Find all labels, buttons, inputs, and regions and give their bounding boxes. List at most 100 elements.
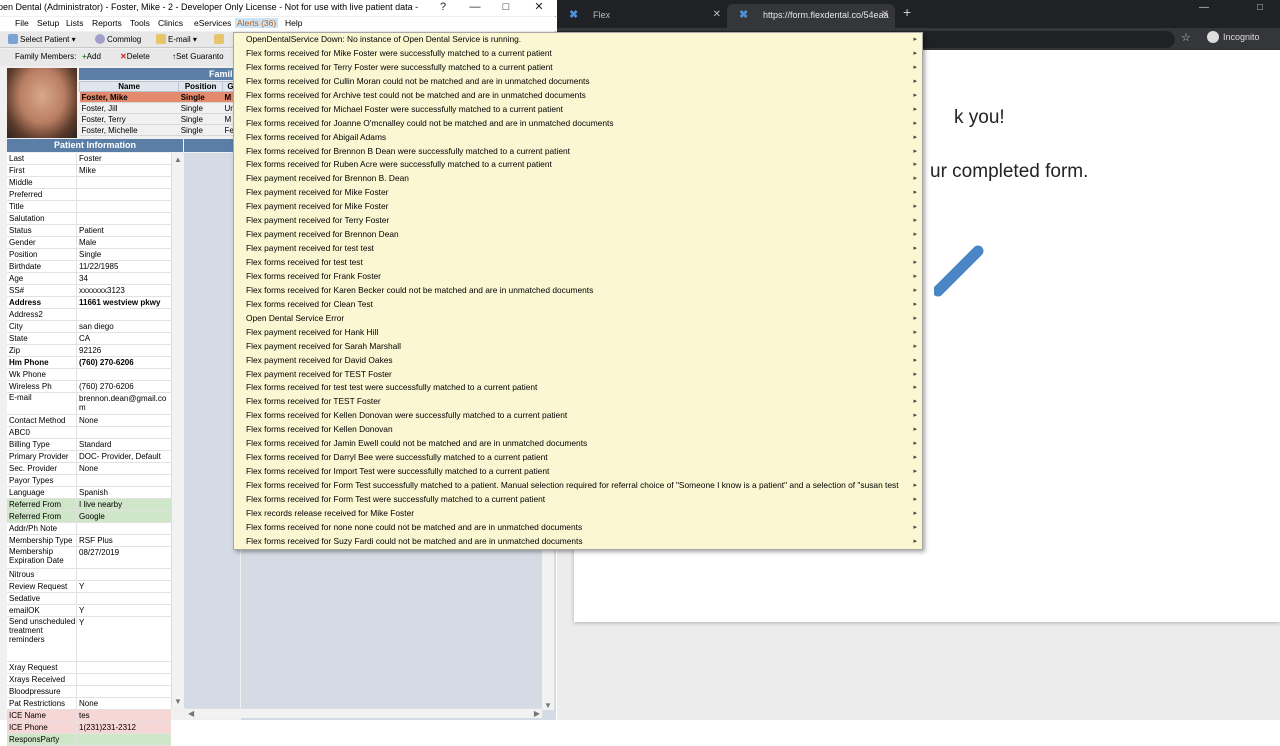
patient-photo[interactable] — [7, 68, 77, 138]
minimize-icon[interactable]: — — [1199, 2, 1209, 13]
new-tab-icon[interactable]: + — [903, 4, 911, 20]
alert-menu-item[interactable]: Flex forms received for Mike Foster were… — [234, 47, 922, 61]
alert-menu-item[interactable]: Flex forms received for Joanne O'mcnalle… — [234, 117, 922, 131]
patient-info-row[interactable]: Language Spanish — [7, 487, 171, 500]
alert-menu-item[interactable]: Flex forms received for Archive test cou… — [234, 89, 922, 103]
patient-info-row[interactable]: SS# xxxxxxx3123 — [7, 285, 171, 297]
scroll-right-icon[interactable]: ▶ — [534, 709, 540, 718]
tab-close-icon[interactable]: ✕ — [713, 4, 721, 26]
alert-menu-item[interactable]: Flex forms received for Clean Test ▸ — [234, 298, 922, 312]
main-horizontal-scrollbar[interactable]: ◀ ▶ — [186, 708, 542, 718]
alert-menu-item[interactable]: Open Dental Service Error ▸ — [234, 312, 922, 326]
menu-reports[interactable]: Reports — [92, 18, 122, 28]
patient-info-row[interactable]: Nitrous — [7, 569, 171, 582]
alert-menu-item[interactable]: Flex payment received for Sarah Marshall… — [234, 340, 922, 354]
alert-menu-item[interactable]: Flex forms received for Michael Foster w… — [234, 103, 922, 117]
scroll-left-icon[interactable]: ◀ — [188, 709, 194, 718]
email-button[interactable]: E-mail ▾ — [156, 34, 197, 46]
patient-info-row[interactable]: Xrays Received — [7, 673, 171, 686]
menu-help[interactable]: Help — [285, 18, 302, 28]
table-row[interactable]: Foster, Jill Single Ur — [79, 102, 239, 114]
patient-info-row[interactable]: First Mike — [7, 165, 171, 177]
patient-info-row[interactable]: Address2 — [7, 309, 171, 321]
scroll-down-icon[interactable]: ▼ — [174, 697, 182, 706]
tab-close-icon[interactable]: ✕ — [881, 4, 889, 26]
delete-family-button[interactable]: ✕Delete — [120, 51, 150, 63]
patient-info-row[interactable]: Membership Type RSF Plus — [7, 535, 171, 548]
patient-info-row[interactable]: Membership Expiration Date 08/27/2019 — [7, 547, 171, 570]
column-header[interactable]: Position — [178, 81, 224, 92]
patient-info-row[interactable]: Sec. Provider None — [7, 463, 171, 476]
table-row[interactable]: Foster, Mike Single M — [79, 91, 239, 103]
tab-form[interactable]: ✖ https://form.flexdental.co/54eaa ✕ — [727, 4, 895, 28]
alert-menu-item[interactable]: Flex payment received for Mike Foster ▸ — [234, 186, 922, 200]
menu-setup[interactable]: Setup — [37, 18, 59, 28]
patient-info-row[interactable]: Gender Male — [7, 237, 171, 249]
patient-info-row[interactable]: Hm Phone (760) 270-6206 — [7, 357, 171, 369]
alert-menu-item[interactable]: Flex records release received for Mike F… — [234, 507, 922, 521]
patient-info-row[interactable]: emailOK Y — [7, 605, 171, 618]
alert-menu-item[interactable]: Flex forms received for Kellen Donovan w… — [234, 409, 922, 423]
set-guarantor-button[interactable]: ↑Set Guaranto — [172, 51, 224, 63]
minimize-icon[interactable]: — — [460, 0, 490, 16]
menu-eservices[interactable]: eServices — [194, 18, 231, 28]
patient-info-row[interactable]: Zip 92126 — [7, 345, 171, 357]
alert-menu-item[interactable]: Flex payment received for test test ▸ — [234, 242, 922, 256]
table-row[interactable]: Foster, Terry Single M — [79, 113, 239, 125]
star-icon[interactable]: ☆ — [1181, 31, 1191, 44]
scroll-up-icon[interactable]: ▲ — [174, 155, 182, 164]
tab-flex[interactable]: ✖ Flex ✕ — [557, 4, 727, 28]
add-family-button[interactable]: +Add — [82, 51, 101, 63]
patient-info-row[interactable]: ICE Phone 1(231)231-2312 — [7, 721, 171, 734]
alert-menu-item[interactable]: Flex forms received for Form Test succes… — [234, 479, 922, 493]
patient-info-row[interactable]: Sedative — [7, 593, 171, 606]
alert-menu-item[interactable]: Flex forms received for test test were s… — [234, 381, 922, 395]
column-header[interactable]: Name — [78, 81, 180, 92]
patient-info-row[interactable]: Age 34 — [7, 273, 171, 285]
alert-menu-item[interactable]: OpenDentalService Down: No instance of O… — [234, 33, 922, 47]
maximize-icon[interactable]: □ — [1257, 2, 1263, 13]
main-vertical-scrollbar[interactable]: ▼ — [542, 550, 554, 710]
patient-info-row[interactable]: Salutation — [7, 213, 171, 225]
patient-info-row[interactable]: ABC0 — [7, 427, 171, 440]
patient-info-row[interactable]: Addr/Ph Note — [7, 523, 171, 536]
close-icon[interactable]: ✕ — [524, 0, 554, 16]
patient-info-row[interactable]: Pat Restrictions None — [7, 697, 171, 710]
patient-info-row[interactable]: Primary Provider DOC- Provider, Default — [7, 451, 171, 464]
alert-menu-item[interactable]: Flex forms received for Brennon B Dean w… — [234, 145, 922, 159]
patient-info-row[interactable]: Last Foster — [7, 153, 171, 165]
help-button[interactable]: ? — [428, 0, 458, 16]
alert-menu-item[interactable]: Flex forms received for none none could … — [234, 521, 922, 535]
alert-menu-item[interactable]: Flex forms received for Darryl Bee were … — [234, 451, 922, 465]
alert-menu-item[interactable]: Flex forms received for Import Test were… — [234, 465, 922, 479]
alert-menu-item[interactable]: Flex forms received for Jamin Ewell coul… — [234, 437, 922, 451]
patient-info-row[interactable]: ResponsParty — [7, 733, 171, 746]
alert-menu-item[interactable]: Flex payment received for Brennon B. Dea… — [234, 172, 922, 186]
patient-info-scrollbar[interactable]: ▲ ▼ — [171, 153, 183, 708]
menu-file[interactable]: File — [15, 18, 29, 28]
patient-info-row[interactable]: Preferred — [7, 189, 171, 201]
patient-info-row[interactable]: Payor Types — [7, 475, 171, 488]
menu-alerts[interactable]: Alerts (36) — [235, 18, 279, 28]
alert-menu-item[interactable]: Flex payment received for Hank Hill ▸ — [234, 326, 922, 340]
menu-tools[interactable]: Tools — [130, 18, 150, 28]
maximize-icon[interactable]: □ — [491, 0, 521, 16]
patient-info-row[interactable]: E-mail brennon.dean@gmail.com — [7, 393, 171, 416]
alert-menu-item[interactable]: Flex forms received for test test ▸ — [234, 256, 922, 270]
chevron-down-icon[interactable]: ▾ — [193, 35, 197, 44]
patient-info-row[interactable]: Referred From Google — [7, 511, 171, 524]
alert-menu-item[interactable]: Flex forms received for Karen Becker cou… — [234, 284, 922, 298]
patient-info-row[interactable]: Title — [7, 201, 171, 213]
menu-clinics[interactable]: Clinics — [158, 18, 183, 28]
alert-menu-item[interactable]: Flex payment received for David Oakes ▸ — [234, 354, 922, 368]
alert-menu-item[interactable]: Flex forms received for Suzy Fardi could… — [234, 535, 922, 549]
table-row[interactable]: Foster, Michelle Single Fe — [79, 124, 239, 136]
patient-info-row[interactable]: Review Request Y — [7, 581, 171, 594]
letter-button[interactable] — [214, 34, 226, 46]
patient-info-row[interactable]: Address 11661 westview pkwy — [7, 297, 171, 309]
patient-info-row[interactable]: Xray Request — [7, 661, 171, 674]
alert-menu-item[interactable]: Flex forms received for Form Test were s… — [234, 493, 922, 507]
patient-info-row[interactable]: Send unscheduled treatment reminders Y — [7, 617, 171, 662]
commlog-button[interactable]: Commlog — [95, 34, 141, 46]
alert-menu-item[interactable]: Flex forms received for Cullin Moran cou… — [234, 75, 922, 89]
